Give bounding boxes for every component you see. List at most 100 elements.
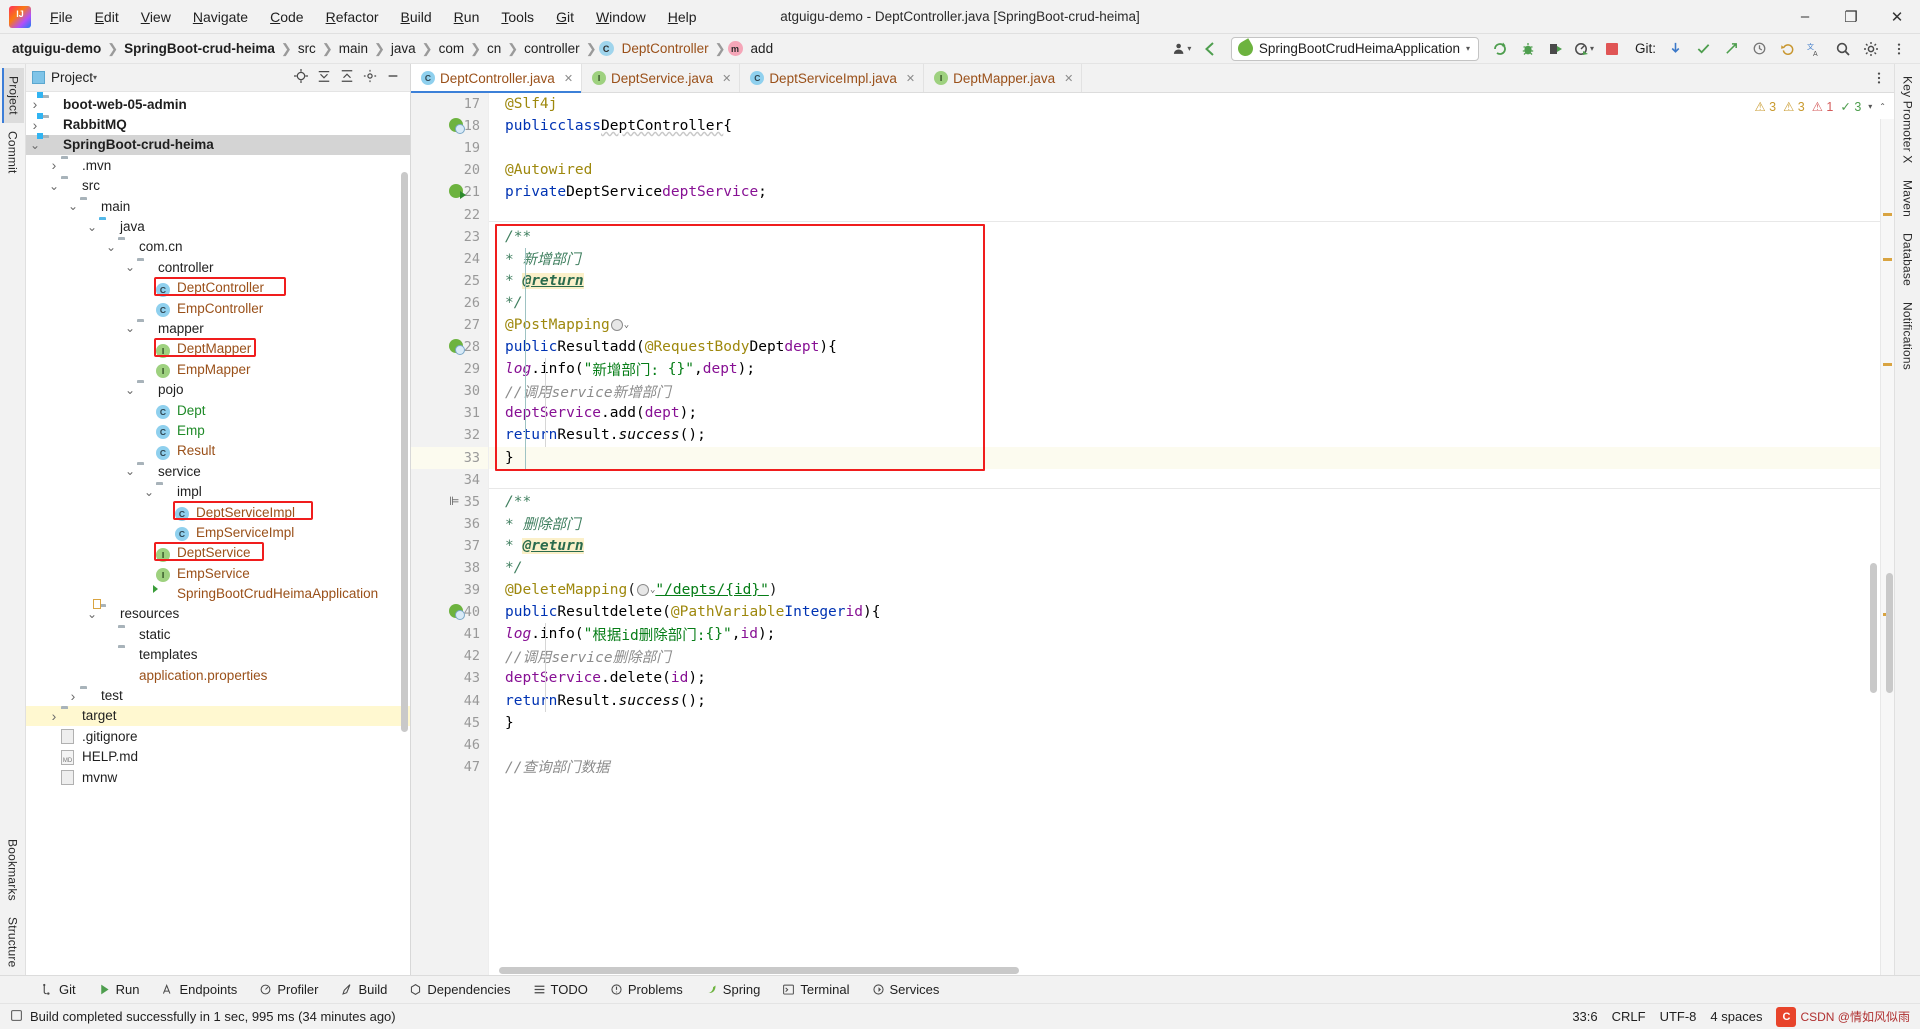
code-line-47[interactable]: //查询部门数据 (489, 756, 1880, 778)
menu-item-refactor[interactable]: Refactor (315, 5, 390, 29)
profiler-icon[interactable]: ▾ (1571, 37, 1597, 61)
editor-gutter[interactable]: 17▽181920212223▽242526△2728▽2930313233△3… (411, 93, 497, 975)
bottom-tool-dependencies[interactable]: Dependencies (398, 980, 521, 999)
tree-node-boot-web-05-admin[interactable]: › boot-web-05-admin (26, 94, 410, 114)
gutter-line-22[interactable]: 22 (411, 203, 488, 225)
sidebar-item-key-promoter[interactable]: Key Promoter X (1898, 68, 1918, 172)
tree-node-target[interactable]: › target (26, 705, 410, 727)
bottom-tool-run[interactable]: Run (87, 980, 151, 999)
code-line-37[interactable]: * @return (489, 535, 1880, 557)
bottom-tool-endpoints[interactable]: Endpoints (150, 980, 248, 999)
code-line-25[interactable]: * @return (489, 270, 1880, 292)
gutter-line-37[interactable]: 37 (411, 535, 488, 557)
chevron-down-icon[interactable]: ⌄ (123, 322, 137, 334)
menu-item-git[interactable]: Git (545, 5, 585, 29)
gutter-line-28[interactable]: 28▽ (411, 336, 497, 358)
breadcrumb-item-add[interactable]: m add (727, 40, 778, 57)
chevron-right-icon[interactable]: › (47, 708, 61, 724)
close-button[interactable]: ✕ (1874, 0, 1920, 34)
tree-node-help-md[interactable]: MD HELP.md (26, 747, 410, 767)
menu-item-navigate[interactable]: Navigate (182, 5, 259, 29)
tree-node-application-properties[interactable]: application.properties (26, 665, 410, 685)
menu-item-build[interactable]: Build (390, 5, 443, 29)
gutter-line-32[interactable]: 32 (411, 424, 488, 446)
bottom-tool-build[interactable]: Build (330, 980, 399, 999)
tree-node-empcontroller[interactable]: C EmpController (26, 298, 410, 318)
code-line-28[interactable]: public Result add(@RequestBody Dept dept… (489, 336, 1880, 358)
code-line-17[interactable]: @Slf4j (489, 93, 1880, 115)
close-tab-icon[interactable]: ✕ (906, 72, 915, 85)
tree-node-src[interactable]: ⌄ src (26, 176, 410, 196)
spring-endpoint-gutter-icon[interactable] (449, 118, 465, 135)
breadcrumb-item-cn[interactable]: cn (483, 40, 505, 57)
maximize-button[interactable]: ❐ (1828, 0, 1874, 34)
tree-node-empservice[interactable]: I EmpService (26, 563, 410, 583)
editor-vertical-scrollbar[interactable] (1870, 563, 1877, 693)
tree-node-springbootcrudheimaapplication[interactable]: SpringBootCrudHeimaApplication (26, 583, 410, 603)
gutter-line-43[interactable]: 43 (411, 667, 488, 689)
gutter-line-20[interactable]: 20 (411, 159, 488, 181)
menu-item-code[interactable]: Code (259, 5, 314, 29)
bottom-tool-spring[interactable]: Spring (694, 980, 772, 999)
stop-button[interactable] (1599, 37, 1625, 61)
minimize-button[interactable]: – (1782, 0, 1828, 34)
rerun-icon[interactable] (1487, 37, 1513, 61)
menu-item-file[interactable]: File (39, 5, 84, 29)
sidebar-item-structure[interactable]: Structure (3, 909, 23, 976)
code-line-22[interactable] (489, 203, 1880, 225)
code-line-45[interactable]: } (489, 712, 1880, 734)
bottom-tool-profiler[interactable]: Profiler (248, 980, 329, 999)
gutter-line-30[interactable]: 30 (411, 380, 488, 402)
code-line-23[interactable]: /** (489, 226, 1880, 248)
chevron-right-icon[interactable]: › (28, 96, 42, 112)
close-tab-icon[interactable]: ✕ (1064, 72, 1073, 85)
chevron-down-icon[interactable]: ⌄ (85, 221, 99, 233)
breadcrumb-item-src[interactable]: src (294, 40, 320, 57)
locate-target-icon[interactable] (294, 69, 308, 86)
chevron-down-icon[interactable]: ⌄ (142, 486, 156, 498)
tree-node-deptserviceimpl[interactable]: C DeptServiceImpl (26, 502, 410, 522)
breadcrumb-item-atguigu-demo[interactable]: atguigu-demo (8, 40, 105, 57)
tree-node-java[interactable]: ⌄ java (26, 216, 410, 236)
inspection-summary[interactable]: ⚠ 3 ⚠ 3 ⚠ 1 ✓ 3 ▾ ⌃ (1754, 93, 1894, 119)
tree-node-main[interactable]: ⌄ main (26, 196, 410, 216)
gutter-line-31[interactable]: 31 (411, 402, 488, 424)
tree-node-emp[interactable]: C Emp (26, 420, 410, 440)
menu-item-window[interactable]: Window (585, 5, 657, 29)
bottom-tool-todo[interactable]: TODO (522, 980, 599, 999)
gutter-line-33[interactable]: 33△ (411, 446, 497, 469)
breadcrumb-item-deptcontroller[interactable]: C DeptController (598, 40, 713, 57)
gutter-line-18[interactable]: 18 (411, 115, 488, 137)
more-options-icon[interactable] (1886, 37, 1912, 61)
analysis-marker-strip[interactable] (1880, 93, 1894, 975)
gutter-line-36[interactable]: 36 (411, 513, 488, 535)
editor-tab-deptservice-java[interactable]: I DeptService.java ✕ (582, 64, 741, 92)
code-line-35[interactable]: /** (489, 491, 1880, 513)
chevron-down-icon[interactable]: ⌄ (28, 139, 42, 151)
gutter-line-38[interactable]: 38△ (411, 557, 497, 579)
editor-tab-options[interactable] (1872, 64, 1894, 92)
close-tab-icon[interactable]: ✕ (722, 72, 731, 85)
sidebar-item-notifications[interactable]: Notifications (1898, 294, 1918, 378)
tree-node-empmapper[interactable]: I EmpMapper (26, 359, 410, 379)
code-line-19[interactable] (489, 137, 1880, 159)
menu-item-view[interactable]: View (130, 5, 182, 29)
code-line-31[interactable]: deptService. add(dept); (489, 402, 1880, 424)
gutter-line-23[interactable]: 23▽ (411, 226, 497, 248)
tree-node-test[interactable]: › test (26, 685, 410, 705)
code-line-40[interactable]: public Result delete(@PathVariable Integ… (489, 601, 1880, 623)
menu-item-help[interactable]: Help (657, 5, 708, 29)
sidebar-item-maven[interactable]: Maven (1898, 172, 1918, 225)
gutter-line-21[interactable]: 21 (411, 181, 488, 203)
spring-endpoint-gutter-icon[interactable] (449, 604, 465, 621)
gutter-line-25[interactable]: 25 (411, 270, 488, 292)
bottom-tool-terminal[interactable]: Terminal (771, 980, 860, 999)
bottom-tool-git[interactable]: Git (30, 980, 87, 999)
indent-setting[interactable]: 4 spaces (1710, 1009, 1762, 1024)
translate-icon[interactable]: 文A (1802, 37, 1828, 61)
code-line-24[interactable]: * 新增部门 (489, 248, 1880, 270)
inspection-collapse-icon[interactable]: ⌃ (1879, 102, 1886, 111)
caret-position[interactable]: 33:6 (1572, 1009, 1597, 1024)
line-separator[interactable]: CRLF (1612, 1009, 1646, 1024)
tree-node-mapper[interactable]: ⌄ mapper (26, 318, 410, 338)
